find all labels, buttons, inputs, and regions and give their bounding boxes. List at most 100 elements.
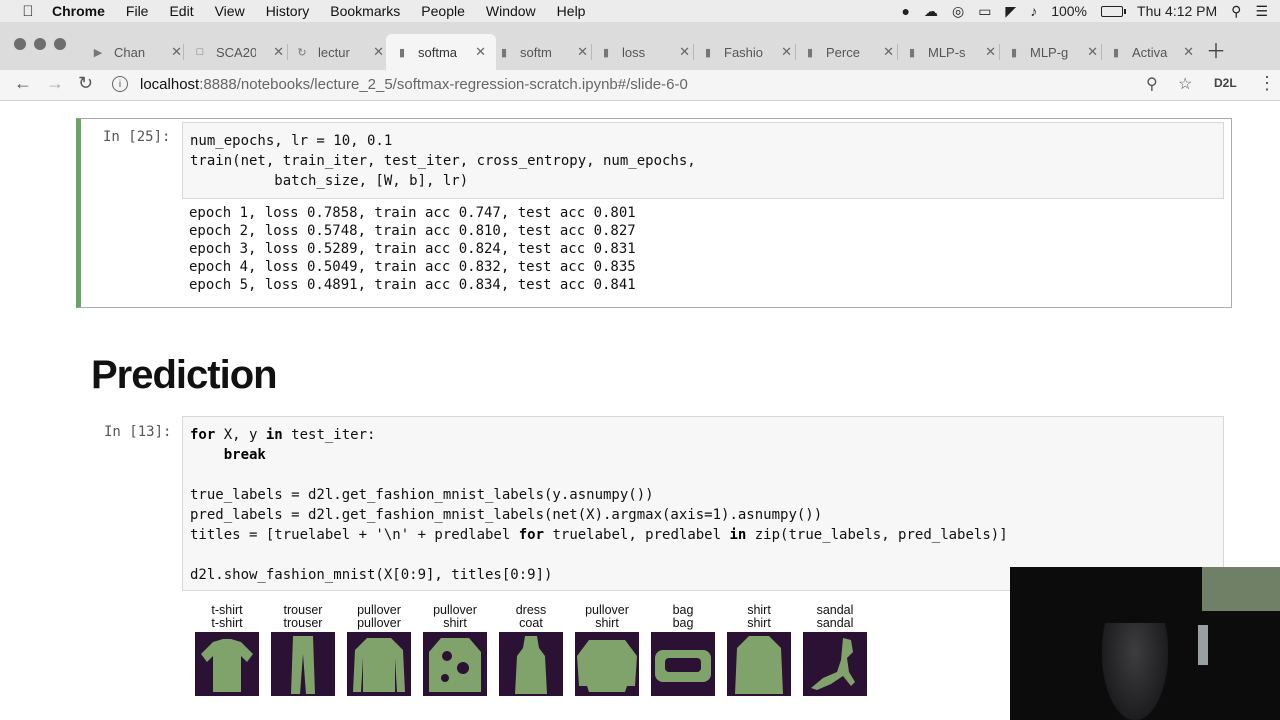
volume-icon[interactable]: ♪ <box>1030 3 1037 19</box>
close-icon[interactable]: ✕ <box>577 44 588 60</box>
new-tab-button[interactable]: ＋ <box>1206 35 1226 64</box>
menu-chrome[interactable]: Chrome <box>52 3 105 19</box>
shirt-image <box>727 632 791 696</box>
section-heading: Prediction <box>91 353 278 397</box>
webcam-presenter <box>1102 623 1168 720</box>
prediction-item: t-shirt t-shirt <box>194 604 260 696</box>
forward-arrow-icon[interactable]: → <box>46 73 64 94</box>
close-icon[interactable]: ✕ <box>373 44 384 60</box>
code-token: zip(true_labels, pred_labels)] <box>746 527 1008 543</box>
tab-label: loss <box>622 44 646 60</box>
back-arrow-icon[interactable]: ← <box>14 73 32 94</box>
tab-perceptron[interactable]: ▮ Perce ✕ <box>796 34 904 70</box>
prediction-item: trouser trouser <box>270 604 336 696</box>
menu-help[interactable]: Help <box>557 3 586 19</box>
file-icon: ▮ <box>500 46 508 59</box>
tab-fashion[interactable]: ▮ Fashio ✕ <box>694 34 802 70</box>
status-app-icon[interactable]: ● <box>902 3 910 19</box>
tab-mlp-s[interactable]: ▮ MLP-s ✕ <box>898 34 1006 70</box>
tab-label: Perce <box>826 44 860 60</box>
reload-icon[interactable]: ↻ <box>78 73 93 94</box>
close-icon[interactable]: ✕ <box>985 44 996 60</box>
tab-mlp-g[interactable]: ▮ MLP-g ✕ <box>1000 34 1108 70</box>
keyword: in <box>265 427 283 443</box>
wifi-icon[interactable]: ◤ <box>1005 3 1016 20</box>
file-icon: ▮ <box>602 46 610 59</box>
prediction-item: shirt shirt <box>726 604 792 696</box>
tab-softm[interactable]: ▮ softm ✕ <box>490 34 598 70</box>
keyword: in <box>729 527 747 543</box>
close-icon[interactable]: ✕ <box>273 44 284 60</box>
code-line: pred_labels = d2l.get_fashion_mnist_labe… <box>190 507 823 523</box>
globe-icon[interactable]: ◎ <box>952 3 964 20</box>
cloud-icon[interactable]: ☁ <box>924 3 938 20</box>
predicted-label: bag <box>672 616 694 630</box>
bag-image <box>651 632 715 696</box>
predicted-label: pullover <box>357 616 401 630</box>
youtube-icon: ▶ <box>93 46 103 59</box>
url-path: :8888/notebooks/lecture_2_5/softmax-regr… <box>199 75 688 93</box>
tab-softmax-active[interactable]: ▮ softma ✕ <box>386 34 496 70</box>
close-icon[interactable]: ✕ <box>1087 44 1098 60</box>
window-minimize-button[interactable] <box>34 38 46 50</box>
tab-sca20[interactable]: □ SCA20 ✕ <box>186 34 294 70</box>
close-icon[interactable]: ✕ <box>781 44 792 60</box>
file-icon: ▮ <box>1010 46 1018 59</box>
battery-icon[interactable] <box>1101 5 1127 17</box>
close-icon[interactable]: ✕ <box>171 44 182 60</box>
webcam-overlay <box>1010 567 1280 720</box>
menu-file[interactable]: File <box>126 3 149 19</box>
window-close-button[interactable] <box>14 38 26 50</box>
tab-label: SCA20 <box>216 44 256 60</box>
tshirt-image <box>195 632 259 696</box>
code-line: for X, y in test_iter: <box>190 427 375 443</box>
tab-label: Chan <box>114 44 146 60</box>
notification-center-icon[interactable]: ☰ <box>1255 3 1268 20</box>
code-input[interactable]: num_epochs, lr = 10, 0.1 train(net, trai… <box>182 122 1224 199</box>
site-info-icon[interactable]: i <box>112 76 128 92</box>
airplay-icon[interactable]: ▭ <box>978 3 991 20</box>
tab-label: MLP-s <box>928 44 966 60</box>
keyword: break <box>223 447 266 463</box>
code-input-prediction[interactable]: for X, y in test_iter: break true_labels… <box>182 416 1224 591</box>
menu-bookmarks[interactable]: Bookmarks <box>330 3 400 19</box>
close-icon[interactable]: ✕ <box>679 44 690 60</box>
tab-chan[interactable]: ▶ Chan ✕ <box>84 34 192 70</box>
menu-history[interactable]: History <box>266 3 310 19</box>
url-host: localhost <box>140 75 200 93</box>
output-line: epoch 2, loss 0.5748, train acc 0.810, t… <box>189 223 636 239</box>
apple-icon[interactable]:  <box>18 3 38 20</box>
bookmark-star-icon[interactable]: ☆ <box>1178 74 1192 94</box>
spotlight-search-icon[interactable]: ⚲ <box>1231 3 1241 20</box>
code-line: train(net, train_iter, test_iter, cross_… <box>190 153 696 169</box>
prediction-item: bag bag <box>650 604 716 696</box>
code-line: d2l.show_fashion_mnist(X[0:9], titles[0:… <box>190 567 553 583</box>
trouser-image <box>271 632 335 696</box>
loading-icon: ↻ <box>297 46 307 59</box>
tab-strip: ▶ Chan ✕ □ SCA20 ✕ ↻ lectur ✕ ▮ softma ✕… <box>0 22 1280 70</box>
tab-lecture[interactable]: ↻ lectur ✕ <box>288 34 394 70</box>
close-icon[interactable]: ✕ <box>1183 44 1194 60</box>
zoom-icon[interactable]: ⚲ <box>1146 74 1158 94</box>
tab-activation[interactable]: ▮ Activa ✕ <box>1102 34 1204 70</box>
menu-people[interactable]: People <box>421 3 465 19</box>
tab-label: Fashio <box>724 44 764 60</box>
address-bar[interactable]: i localhost:8888/notebooks/lecture_2_5/s… <box>112 72 1204 96</box>
d2l-extension-icon[interactable]: D2L <box>1214 76 1237 90</box>
predicted-label: shirt <box>443 616 467 630</box>
clock[interactable]: Thu 4:12 PM <box>1137 3 1217 19</box>
keyword: for <box>190 427 216 443</box>
tab-loss[interactable]: ▮ loss ✕ <box>592 34 700 70</box>
browser-menu-icon[interactable]: ⋮ <box>1258 73 1276 94</box>
file-icon: ▮ <box>398 46 406 59</box>
menu-view[interactable]: View <box>215 3 245 19</box>
pullover-image <box>423 632 487 696</box>
menu-window[interactable]: Window <box>486 3 536 19</box>
close-icon[interactable]: ✕ <box>475 44 486 60</box>
tab-label: softm <box>520 44 552 60</box>
output-line: epoch 4, loss 0.5049, train acc 0.832, t… <box>189 259 636 275</box>
close-icon[interactable]: ✕ <box>883 44 894 60</box>
code-cell-training[interactable]: In [25]: num_epochs, lr = 10, 0.1 train(… <box>76 118 1232 308</box>
menu-edit[interactable]: Edit <box>169 3 193 19</box>
window-zoom-button[interactable] <box>54 38 66 50</box>
